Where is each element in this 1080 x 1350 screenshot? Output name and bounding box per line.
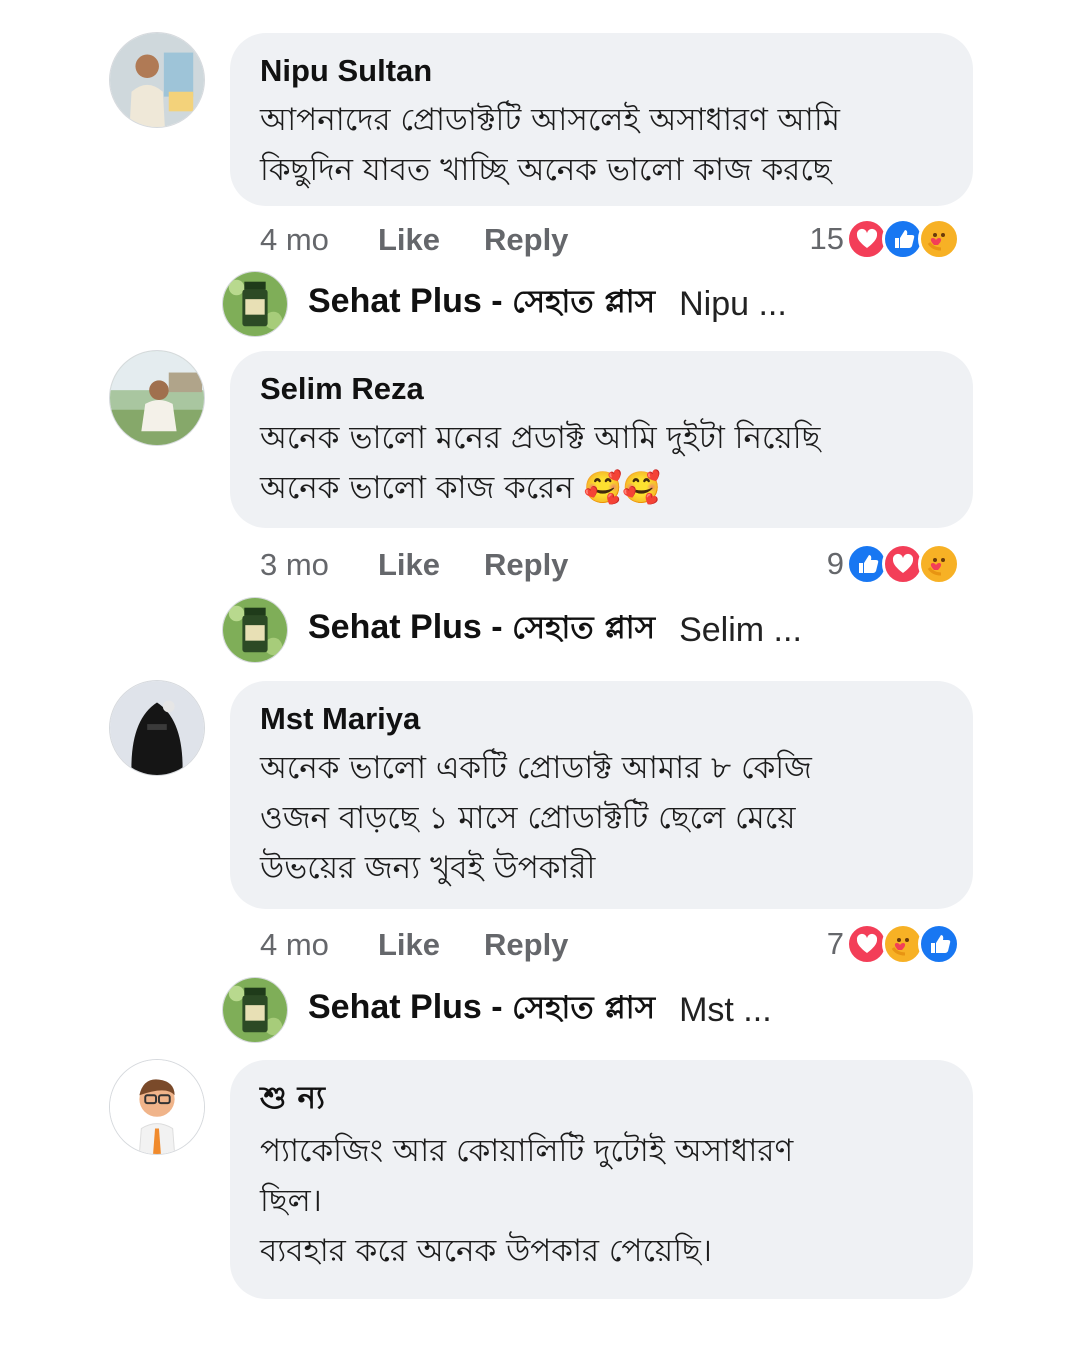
page-name-bn: সেহাত প্লাস [512,990,656,1026]
page-reply-snippet: Selim ... [679,610,802,649]
comment-author[interactable]: Selim Reza [260,369,943,409]
reaction-count: 15 [809,221,844,256]
page-avatar[interactable] [222,977,288,1043]
comment-text: অনেক ভালো একটি প্রোডাক্ট আমার ৮ কেজি ওজন… [260,750,812,886]
comment-actions: 4 mo Like Reply 15 [260,216,960,262]
comment-bubble: শু ন্য প্যাকেজিং আর কোয়ালিটি দুটোই অসাধ… [230,1060,973,1299]
reply-button[interactable]: Reply [484,222,568,258]
comment-author[interactable]: শু ন্য [260,1078,943,1118]
comment-timestamp[interactable]: 4 mo [260,927,329,963]
comment-author[interactable]: Nipu Sultan [260,51,943,91]
page-reply-link[interactable]: Sehat Plus - সেহাত প্লাস Nipu ... [222,270,787,338]
page-name-bn: সেহাত প্লাস [512,284,656,320]
reaction-summary[interactable]: 9 [827,541,960,587]
page-name-en: Sehat Plus - [308,988,513,1026]
like-icon [918,923,960,965]
page-reply-link[interactable]: Sehat Plus - সেহাত প্লাস Mst ... [222,976,772,1044]
comment-bubble: Selim Reza অনেক ভালো মনের প্রডাক্ট আমি দ… [230,351,973,528]
comment-text: প্যাকেজিং আর কোয়ালিটি দুটোই অসাধারণ ছিল… [260,1133,794,1269]
care-icon [918,218,960,260]
comment-bubble: Nipu Sultan আপনাদের প্রোডাক্টটি আসলেই অস… [230,33,973,206]
like-button[interactable]: Like [378,547,440,583]
reply-button[interactable]: Reply [484,547,568,583]
page-name-bn: সেহাত প্লাস [512,610,656,646]
reaction-summary[interactable]: 7 [827,921,960,967]
comment-actions: 3 mo Like Reply 9 [260,541,960,587]
page-avatar[interactable] [222,271,288,337]
like-button[interactable]: Like [378,927,440,963]
comment-text: আপনাদের প্রোডাক্টটি আসলেই অসাধারণ আমি কি… [260,102,840,188]
page-name: Sehat Plus - সেহাত প্লাস [308,604,655,656]
reaction-summary[interactable]: 15 [810,216,960,262]
page-reply-snippet: Mst ... [679,990,772,1029]
page-name: Sehat Plus - সেহাত প্লাস [308,278,655,330]
reaction-count: 9 [826,546,844,581]
comment-bubble: Mst Mariya অনেক ভালো একটি প্রোডাক্ট আমার… [230,681,973,909]
page-avatar[interactable] [222,597,288,663]
commenter-avatar[interactable] [109,350,205,446]
commenter-avatar[interactable] [109,1059,205,1155]
commenter-avatar[interactable] [109,32,205,128]
reply-button[interactable]: Reply [484,927,568,963]
page-name-en: Sehat Plus - [308,608,513,646]
page-reply-link[interactable]: Sehat Plus - সেহাত প্লাস Selim ... [222,596,802,664]
commenter-avatar[interactable] [109,680,205,776]
reaction-count: 7 [826,926,844,961]
comment-text: অনেক ভালো মনের প্রডাক্ট আমি দুইটা নিয়েছ… [260,420,821,506]
comment-actions: 4 mo Like Reply 7 [260,921,960,967]
page-reply-snippet: Nipu ... [679,284,787,323]
comment-timestamp[interactable]: 4 mo [260,222,329,258]
comment-author[interactable]: Mst Mariya [260,699,943,739]
care-icon [918,543,960,585]
page-name-en: Sehat Plus - [308,282,513,320]
like-button[interactable]: Like [378,222,440,258]
page-name: Sehat Plus - সেহাত প্লাস [308,984,655,1036]
comment-timestamp[interactable]: 3 mo [260,547,329,583]
